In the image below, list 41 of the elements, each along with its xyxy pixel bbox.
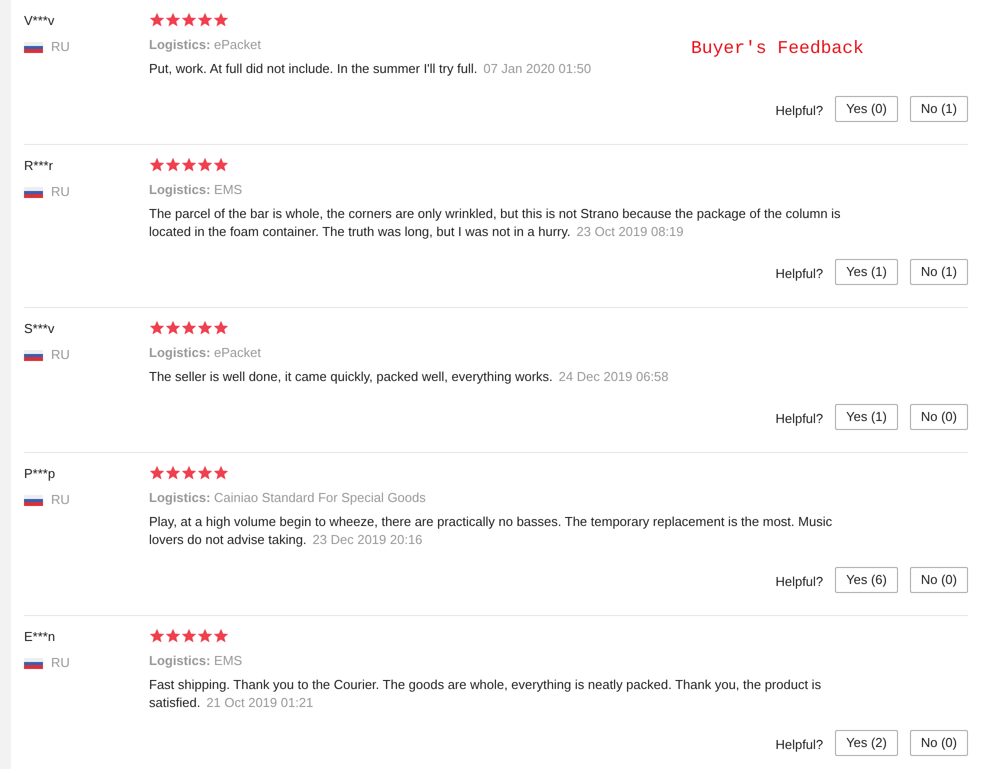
flag-icon xyxy=(24,186,43,198)
buyer-name: P***p xyxy=(24,465,56,483)
logistics-info: Logistics: EMS xyxy=(149,652,242,670)
logistics-info: Logistics: ePacket xyxy=(149,344,261,362)
buyer-name: S***v xyxy=(24,320,56,338)
country-code: RU xyxy=(51,346,70,364)
logistics-info: Logistics: Cainiao Standard For Special Goods xyxy=(149,489,426,507)
logistics-info: Logistics: EMS xyxy=(149,181,242,199)
flag-icon xyxy=(24,658,43,668)
review-text: Put, work. At full did not include. In the summer I'll try full. 07 Jan 2020 01:50 xyxy=(149,60,592,78)
country-code: RU xyxy=(51,183,70,201)
flag-icon xyxy=(24,42,43,52)
helpful-label: Helpful? xyxy=(775,102,824,120)
buyer-name: V***v xyxy=(24,12,56,30)
no-button[interactable]: No (0) xyxy=(910,730,968,756)
helpful-label: Helpful? xyxy=(775,736,824,754)
no-button[interactable]: No (0) xyxy=(910,567,968,593)
no-button[interactable]: No (1) xyxy=(910,259,968,285)
yes-button[interactable]: Yes (1) xyxy=(835,259,898,285)
country-code: RU xyxy=(51,38,70,56)
annotation-text: Buyer's Feedback xyxy=(691,38,864,61)
helpful-label: Helpful? xyxy=(775,265,824,284)
buyer-name: R***r xyxy=(24,157,54,175)
logistics-info: Logistics: ePacket xyxy=(149,36,261,54)
review-text: The seller is well done, it came quickly, packed well, everything works. 24 Dec 2019 06:58 xyxy=(149,368,670,386)
yes-button[interactable]: Yes (2) xyxy=(835,730,898,756)
yes-button[interactable]: Yes (6) xyxy=(835,567,898,593)
helpful-label: Helpful? xyxy=(775,573,824,592)
yes-button[interactable]: Yes (0) xyxy=(835,96,898,122)
flag-icon xyxy=(24,494,43,506)
no-button[interactable]: No (1) xyxy=(910,96,968,122)
review-text: Fast shipping. Thank you to the Courier. The goods are whole, everything is neatly packed. Thank you, the product is satisfied. 21 Oct 2019 01:21 xyxy=(149,676,822,712)
helpful-label: Helpful? xyxy=(775,410,824,428)
flag-icon xyxy=(24,350,43,360)
review-text: Play, at a high volume begin to wheeze, there are practically no basses. The temporary replacement is the most. Music lovers do not advise taking. 23 Dec 2019 20:16 xyxy=(149,513,834,549)
buyer-name: E***n xyxy=(24,628,56,646)
review-text: The parcel of the bar is whole, the corners are only wrinkled, but this is not Strano because the package of the column is located in the foam container. The truth was long, but I was not in a hurry. 23 Oct 2019 08:19 xyxy=(149,205,842,241)
country-code: RU xyxy=(51,491,70,509)
country-code: RU xyxy=(51,654,70,672)
yes-button[interactable]: Yes (1) xyxy=(835,404,898,430)
no-button[interactable]: No (0) xyxy=(910,404,968,430)
